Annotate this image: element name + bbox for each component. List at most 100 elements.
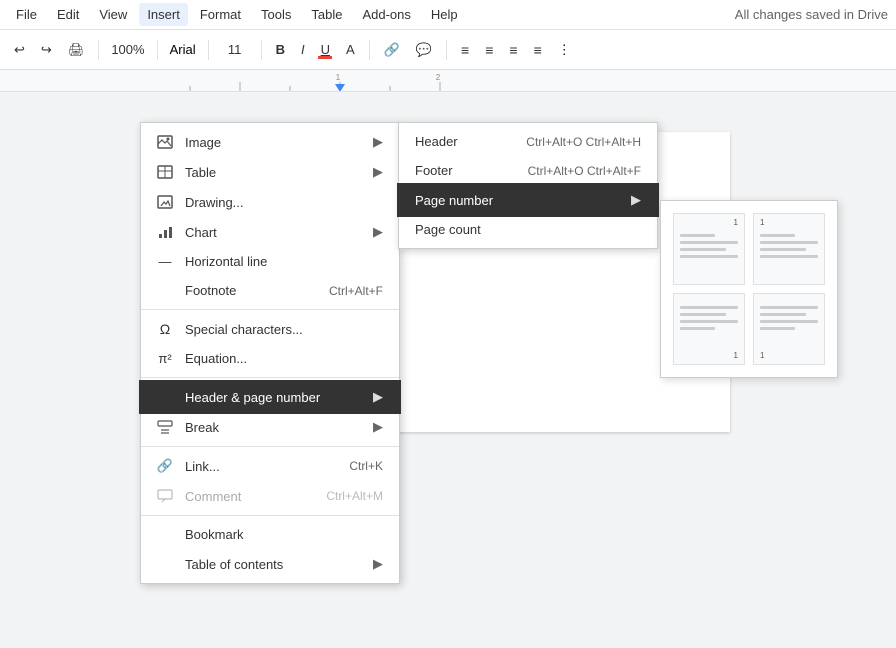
toolbar-separator-1 [98,40,99,60]
header-label: Header [415,134,510,149]
zoom-level[interactable]: 100% [107,40,148,59]
page-num-bl: 1 [760,351,764,360]
preview-line-7 [760,248,806,251]
table-icon [153,164,177,180]
ruler: 1 2 [0,70,896,92]
menu-item-bookmark[interactable]: Bookmark [141,520,399,549]
hline-label: Horizontal line [185,254,383,269]
align-right-button[interactable]: ≡ [503,38,523,62]
footer-label: Footer [415,163,512,178]
header-shortcut: Ctrl+Alt+O Ctrl+Alt+H [526,135,641,149]
menu-table[interactable]: Table [303,3,350,26]
submenu-header[interactable]: Header Ctrl+Alt+O Ctrl+Alt+H [399,127,657,156]
table-label: Table [185,165,365,180]
link-label: Link... [185,459,333,474]
menu-view[interactable]: View [91,3,135,26]
menu-item-footnote[interactable]: Footnote Ctrl+Alt+F [141,276,399,305]
menu-item-drawing[interactable]: Drawing... [141,187,399,217]
menu-addons[interactable]: Add-ons [354,3,418,26]
print-button[interactable]: 🖨 [62,38,91,62]
page-number-top-left[interactable]: 1 [753,213,825,285]
ruler-content: 1 2 [140,70,896,91]
page-number-top-right[interactable]: 1 [673,213,745,285]
menu-item-toc[interactable]: Table of contents ▶ [141,549,399,579]
menu-tools[interactable]: Tools [253,3,299,26]
menu-item-link[interactable]: 🔗 Link... Ctrl+K [141,451,399,481]
menu-item-special-chars[interactable]: Ω Special characters... [141,314,399,344]
submenu-page-number[interactable]: Page number ▶ [399,185,657,215]
font-size[interactable]: 11 [217,40,253,59]
menu-item-header-page[interactable]: Header & page number ▶ [141,382,399,412]
submenu-footer[interactable]: Footer Ctrl+Alt+O Ctrl+Alt+F [399,156,657,185]
page-count-label: Page count [415,222,641,237]
menu-item-equation[interactable]: π² Equation... [141,344,399,373]
menu-item-break[interactable]: Break ▶ [141,412,399,442]
omega-icon: Ω [153,321,177,337]
italic-button[interactable]: I [295,38,311,61]
menu-edit[interactable]: Edit [49,3,87,26]
image-arrow: ▶ [373,134,383,150]
preview-line-10 [680,313,726,316]
page-number-bottom-right[interactable]: 1 [673,293,745,365]
menu-format[interactable]: Format [192,3,249,26]
bookmark-label: Bookmark [185,527,383,542]
preview-line-3 [680,248,726,251]
save-status: All changes saved in Drive [735,7,888,22]
preview-line-12 [680,327,715,330]
comment-icon [153,488,177,504]
toolbar-separator-5 [369,40,370,60]
preview-line-4 [680,255,738,258]
link-button[interactable]: 🔗 [378,38,406,62]
menu-insert[interactable]: Insert [139,3,188,26]
page-num-br: 1 [734,351,738,360]
link-shortcut: Ctrl+K [349,459,383,473]
comment-button[interactable]: 💬 [410,38,438,62]
preview-line-6 [760,241,818,244]
header-page-label: Header & page number [185,390,365,405]
page-num-tr: 1 [734,218,738,227]
chart-icon [153,224,177,240]
undo-button[interactable]: ↩ [8,38,31,62]
underline-button[interactable]: U [315,38,336,61]
preview-line-5 [760,234,795,237]
menu-item-image[interactable]: Image ▶ [141,127,399,157]
line-spacing-button[interactable]: ⋮ [552,40,577,60]
menu-help[interactable]: Help [423,3,466,26]
preview-line-11 [680,320,738,323]
divider-4 [141,515,399,516]
pi-icon: π² [153,351,177,366]
submenu-page-count[interactable]: Page count [399,215,657,244]
preview-line-2 [680,241,738,244]
break-label: Break [185,420,365,435]
comment-shortcut: Ctrl+Alt+M [326,489,383,503]
menu-item-chart[interactable]: Chart ▶ [141,217,399,247]
font-color-button[interactable]: A [340,38,361,61]
align-justify-button[interactable]: ≡ [528,38,548,62]
toolbar-separator-3 [208,40,209,60]
document-area: Chan Image ▶ Table ▶ Drawing... [0,92,896,648]
redo-button[interactable]: ↪ [35,38,58,62]
page-number-arrow: ▶ [631,192,641,208]
toolbar: ↩ ↪ 🖨 100% Arial 11 B I U A 🔗 💬 ≡ ≡ ≡ ≡ … [0,30,896,70]
divider-3 [141,446,399,447]
toolbar-separator-2 [157,40,158,60]
preview-line-16 [760,327,795,330]
chart-label: Chart [185,225,365,240]
drawing-label: Drawing... [185,195,383,210]
preview-line-1 [680,234,715,237]
bold-button[interactable]: B [270,38,291,61]
chart-arrow: ▶ [373,224,383,240]
insert-menu: Image ▶ Table ▶ Drawing... Chart ▶ [140,122,400,584]
comment-label: Comment [185,489,310,504]
page-number-bottom-left[interactable]: 1 [753,293,825,365]
font-name[interactable]: Arial [166,40,200,59]
menu-item-hline[interactable]: — Horizontal line [141,247,399,276]
menu-file[interactable]: File [8,3,45,26]
hline-icon: — [153,254,177,269]
align-center-button[interactable]: ≡ [479,38,499,62]
align-left-button[interactable]: ≡ [455,38,475,62]
menu-item-table[interactable]: Table ▶ [141,157,399,187]
preview-line-8 [760,255,818,258]
header-page-submenu: Header Ctrl+Alt+O Ctrl+Alt+H Footer Ctrl… [398,122,658,249]
image-label: Image [185,135,365,150]
